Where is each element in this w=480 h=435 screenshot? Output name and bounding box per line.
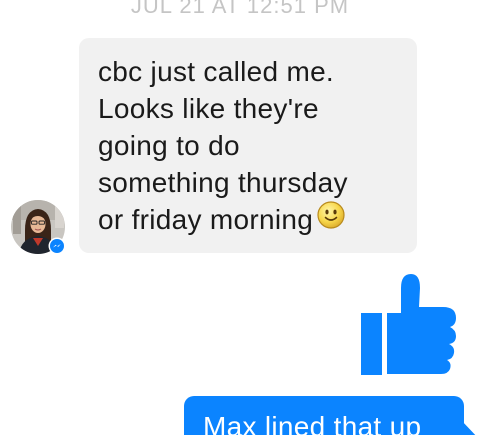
- sender-avatar-container[interactable]: [11, 200, 66, 255]
- outgoing-message-bubble[interactable]: Max lined that up: [184, 396, 464, 435]
- outgoing-bubble-tail: [461, 420, 480, 435]
- incoming-message-line: cbc just called me.: [98, 56, 335, 87]
- thumbs-up-icon[interactable]: [357, 272, 457, 376]
- incoming-message-line: something thursday: [98, 167, 348, 198]
- incoming-message-line: going to do: [98, 130, 240, 161]
- incoming-message-line: or friday morning: [98, 204, 314, 235]
- slightly-smiling-face-icon: [317, 201, 345, 238]
- outgoing-message-text: Max lined that up: [203, 411, 422, 435]
- incoming-message-line: Looks like they're: [98, 93, 319, 124]
- incoming-message-bubble[interactable]: cbc just called me. Looks like they're g…: [79, 38, 417, 253]
- message-timestamp: JUL 21 AT 12:51 PM: [130, 0, 350, 18]
- messenger-icon: [48, 237, 66, 255]
- incoming-message-line-with-emoji: or friday morning: [98, 201, 407, 238]
